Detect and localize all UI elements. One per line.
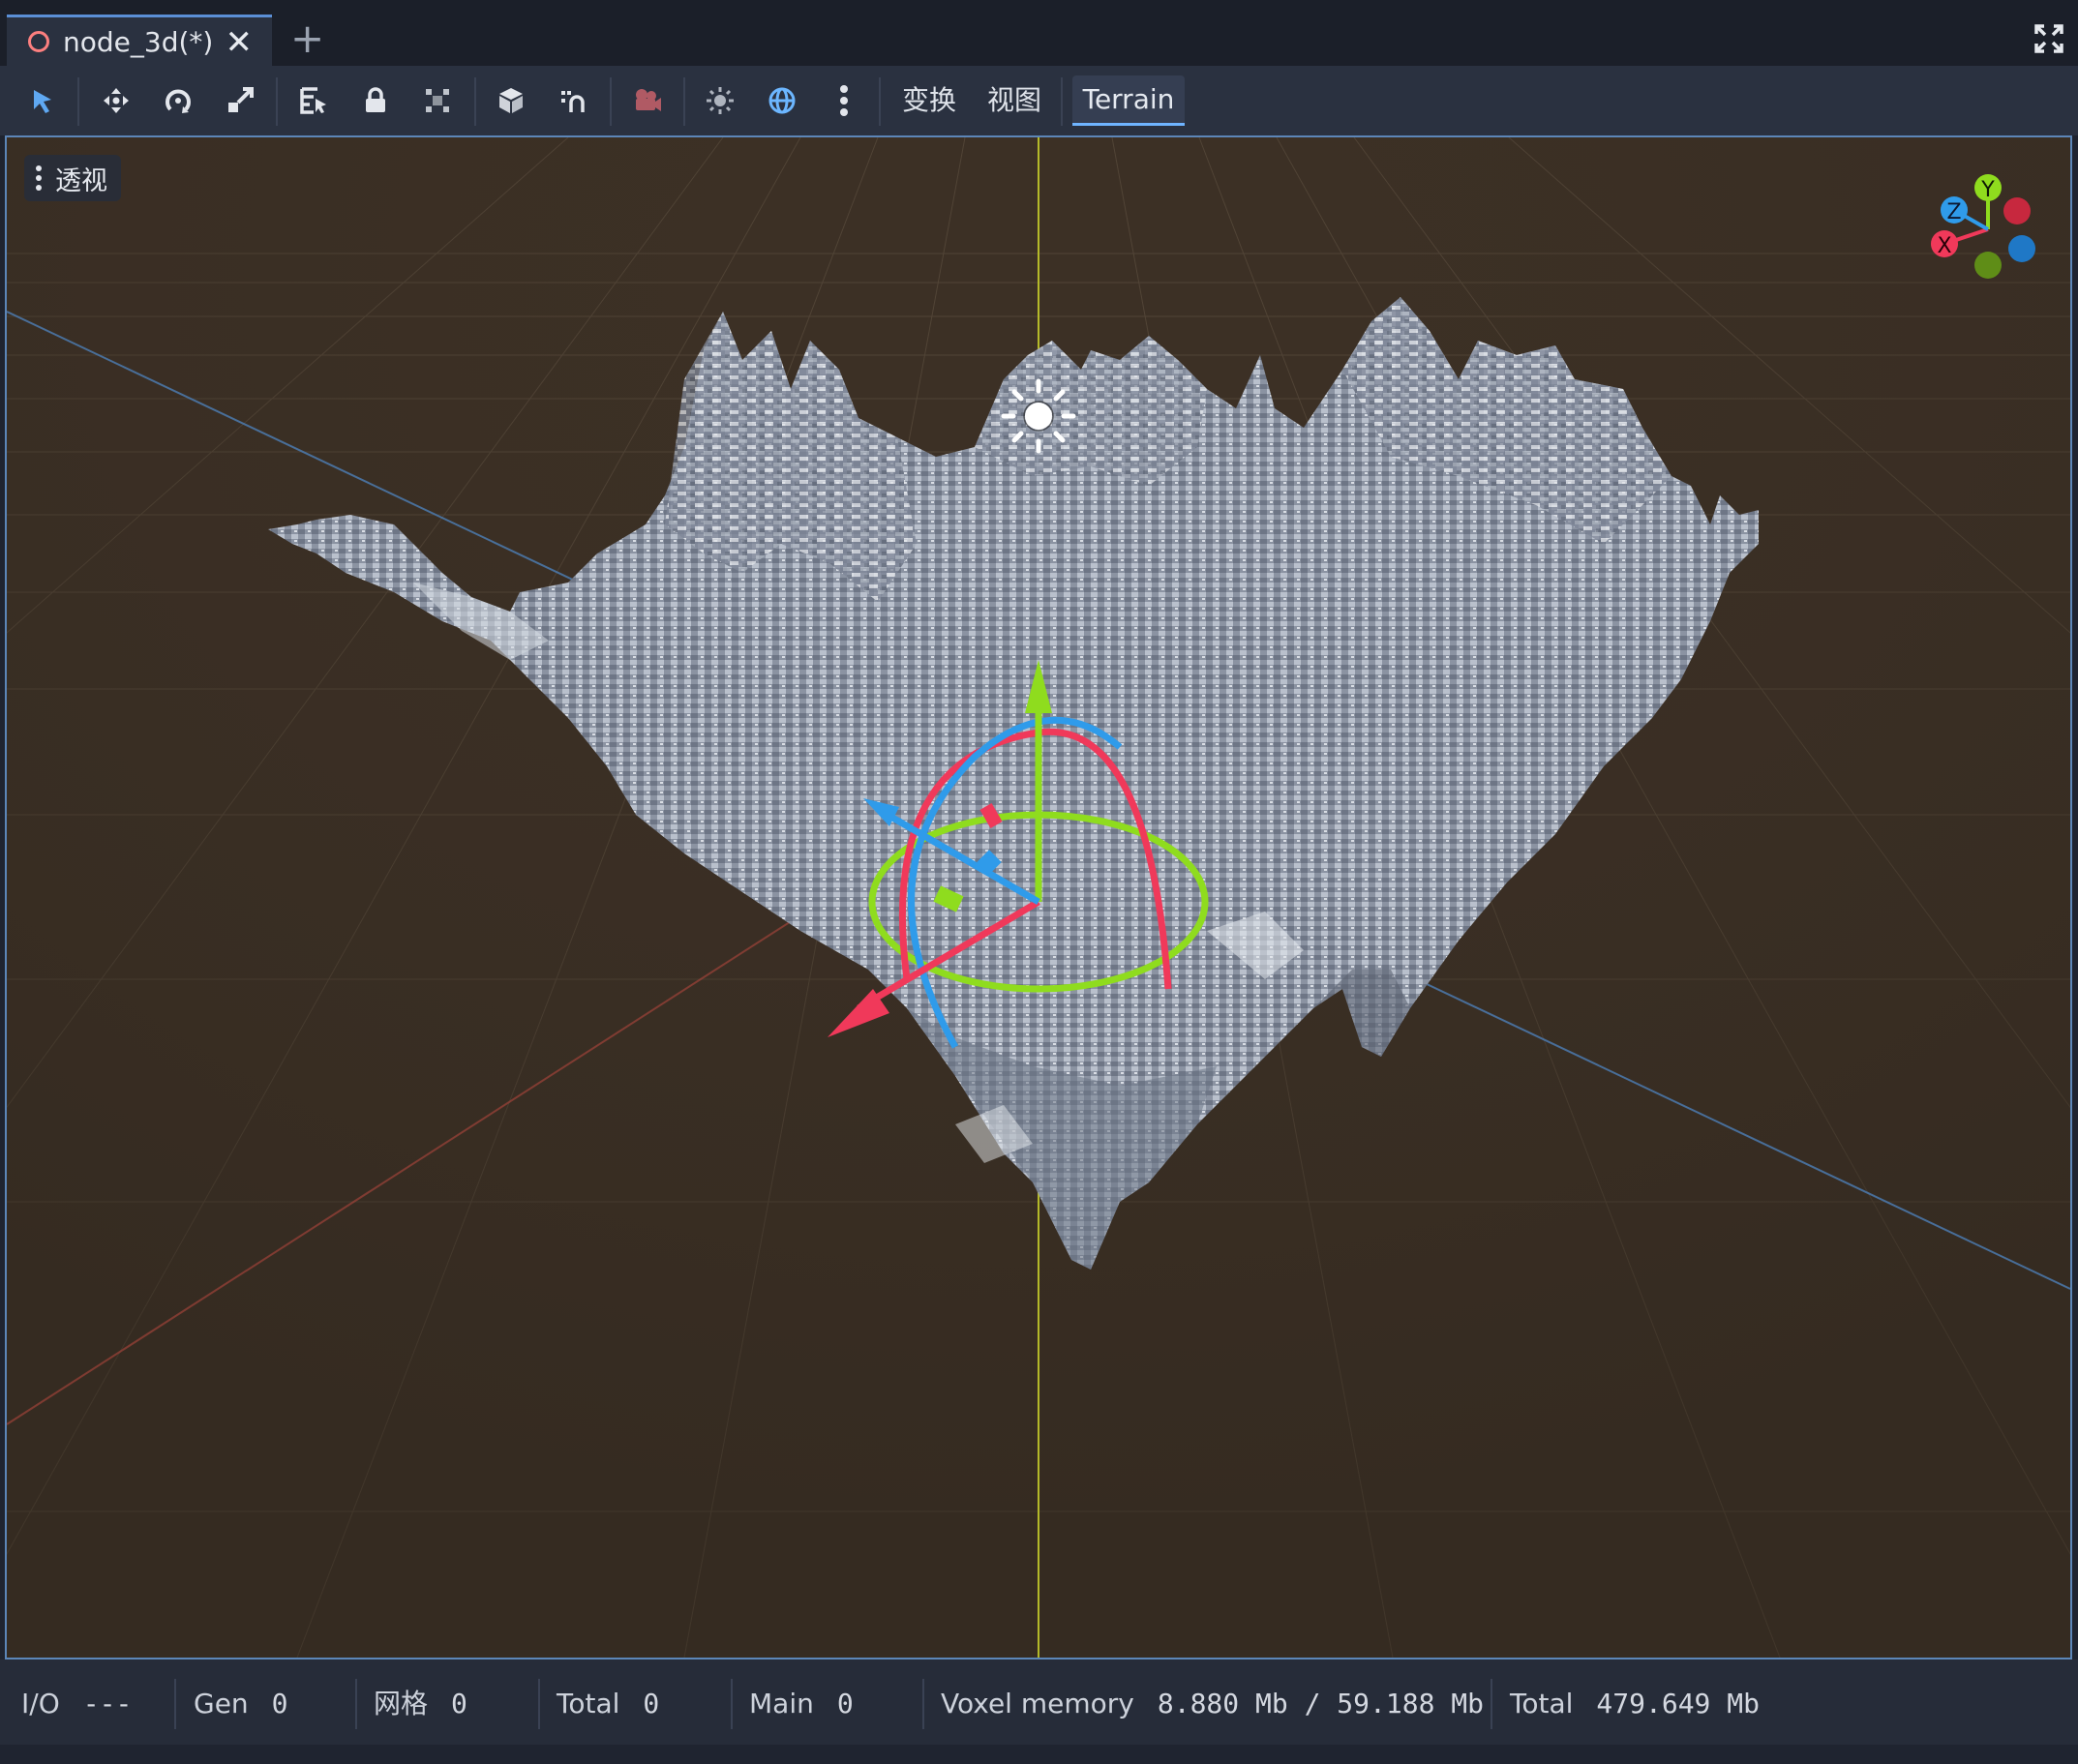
total-label: Total [557,1688,620,1719]
view-menu[interactable]: 视图 [987,79,1041,122]
scene-tab-label: node_3d(*) [63,25,214,58]
neg-z-handle[interactable] [2008,235,2035,262]
sun-preview-icon [707,87,734,114]
toolbar-separator [1061,77,1063,126]
total-tasks-stat: Total 0 [557,1685,659,1723]
status-separator [355,1679,357,1729]
scale-icon [228,87,254,112]
move-icon [104,88,129,113]
lock-button[interactable] [354,79,397,122]
scene-tab-bar: node_3d(*) ✕ + [0,0,2078,66]
total-memory-value: 479.649 Mb [1596,1688,1760,1719]
total-memory-label: Total [1510,1688,1574,1719]
rotate-tool-button[interactable] [157,79,199,122]
perspective-label: 透视 [55,165,107,196]
voxel-memory-value: 8.880 Mb / 59.188 Mb [1157,1688,1485,1719]
status-separator [922,1679,924,1729]
toolbar-separator [879,77,881,126]
mesh-value: 0 [451,1688,467,1719]
more-kebab-icon [840,85,848,116]
more-options-button[interactable] [823,79,865,122]
select-tool-button[interactable] [21,79,64,122]
gen-value: 0 [271,1688,288,1719]
voxel-memory-stat: Voxel memory 8.880 Mb / 59.188 Mb [941,1685,1484,1723]
voxel-status-bar: I/O --- Gen 0 网格 0 Total 0 Main 0 Voxel memor… [0,1659,2078,1745]
group-button[interactable] [416,79,459,122]
scale-tool-button[interactable] [219,79,261,122]
list-select-button[interactable] [292,79,335,122]
snap-icon [561,91,585,112]
camera-preview-button[interactable] [625,79,668,122]
bottom-strip [0,1745,2078,1764]
z-axis-label: Z [1946,200,1961,224]
total-memory-stat: Total 479.649 Mb [1510,1685,1760,1723]
neg-y-handle[interactable] [1974,252,2002,279]
view-orientation-gizmo[interactable]: Z Y X [1925,166,2051,292]
status-separator [1491,1679,1492,1729]
viewport-toolbar: 变换 视图 Terrain [0,66,2078,135]
close-icon[interactable]: ✕ [226,25,254,60]
toolbar-separator [474,77,476,126]
x-axis-label: X [1937,234,1951,258]
move-tool-button[interactable] [95,79,137,122]
local-space-button[interactable] [490,79,532,122]
toolbar-separator [77,77,79,126]
editor-root: node_3d(*) ✕ + 变换 视图 Terrain 透视 Z Y X I/… [0,0,2078,1764]
select-arrow-icon [34,90,51,113]
add-scene-tab-button[interactable]: + [290,14,324,64]
local-space-icon [499,88,523,113]
sun-preview-button[interactable] [699,79,741,122]
gen-stat: Gen 0 [194,1685,288,1723]
gen-label: Gen [194,1688,249,1719]
environment-preview-icon [768,87,796,114]
toolbar-separator [683,77,685,126]
rotate-icon [166,89,191,113]
total-value: 0 [643,1688,660,1719]
list-select-icon [300,87,326,114]
voxel-memory-label: Voxel memory [941,1688,1134,1719]
directional-light-gizmo[interactable] [1001,378,1076,454]
mesh-label: 网格 [374,1688,429,1719]
mesh-stat: 网格 0 [374,1685,467,1723]
io-value: --- [82,1688,133,1719]
scene-tab-node-3d[interactable]: node_3d(*) ✕ [7,15,272,66]
group-icon [426,89,449,112]
neg-x-handle[interactable] [2003,197,2031,224]
io-stat: I/O --- [21,1685,132,1723]
status-separator [538,1679,540,1729]
camera-preview-icon [636,89,661,111]
y-axis-label: Y [1980,178,1995,202]
scene-root-icon [28,31,49,52]
perspective-menu-button[interactable]: 透视 [24,155,121,201]
3d-viewport[interactable]: 透视 Z Y X [5,135,2072,1659]
toolbar-separator [276,77,278,126]
lock-icon [366,87,385,112]
status-separator [174,1679,176,1729]
viewport-scene [7,137,2070,1658]
snap-button[interactable] [552,79,594,122]
io-label: I/O [21,1688,60,1719]
main-value: 0 [836,1688,854,1719]
fullscreen-icon[interactable] [2033,23,2064,54]
main-stat: Main 0 [749,1685,854,1723]
main-label: Main [749,1688,814,1719]
toolbar-separator [610,77,612,126]
environment-preview-button[interactable] [761,79,803,122]
transform-menu[interactable]: 变换 [902,79,956,122]
status-separator [731,1679,733,1729]
terrain-menu[interactable]: Terrain [1072,75,1185,126]
more-kebab-icon [36,164,42,193]
